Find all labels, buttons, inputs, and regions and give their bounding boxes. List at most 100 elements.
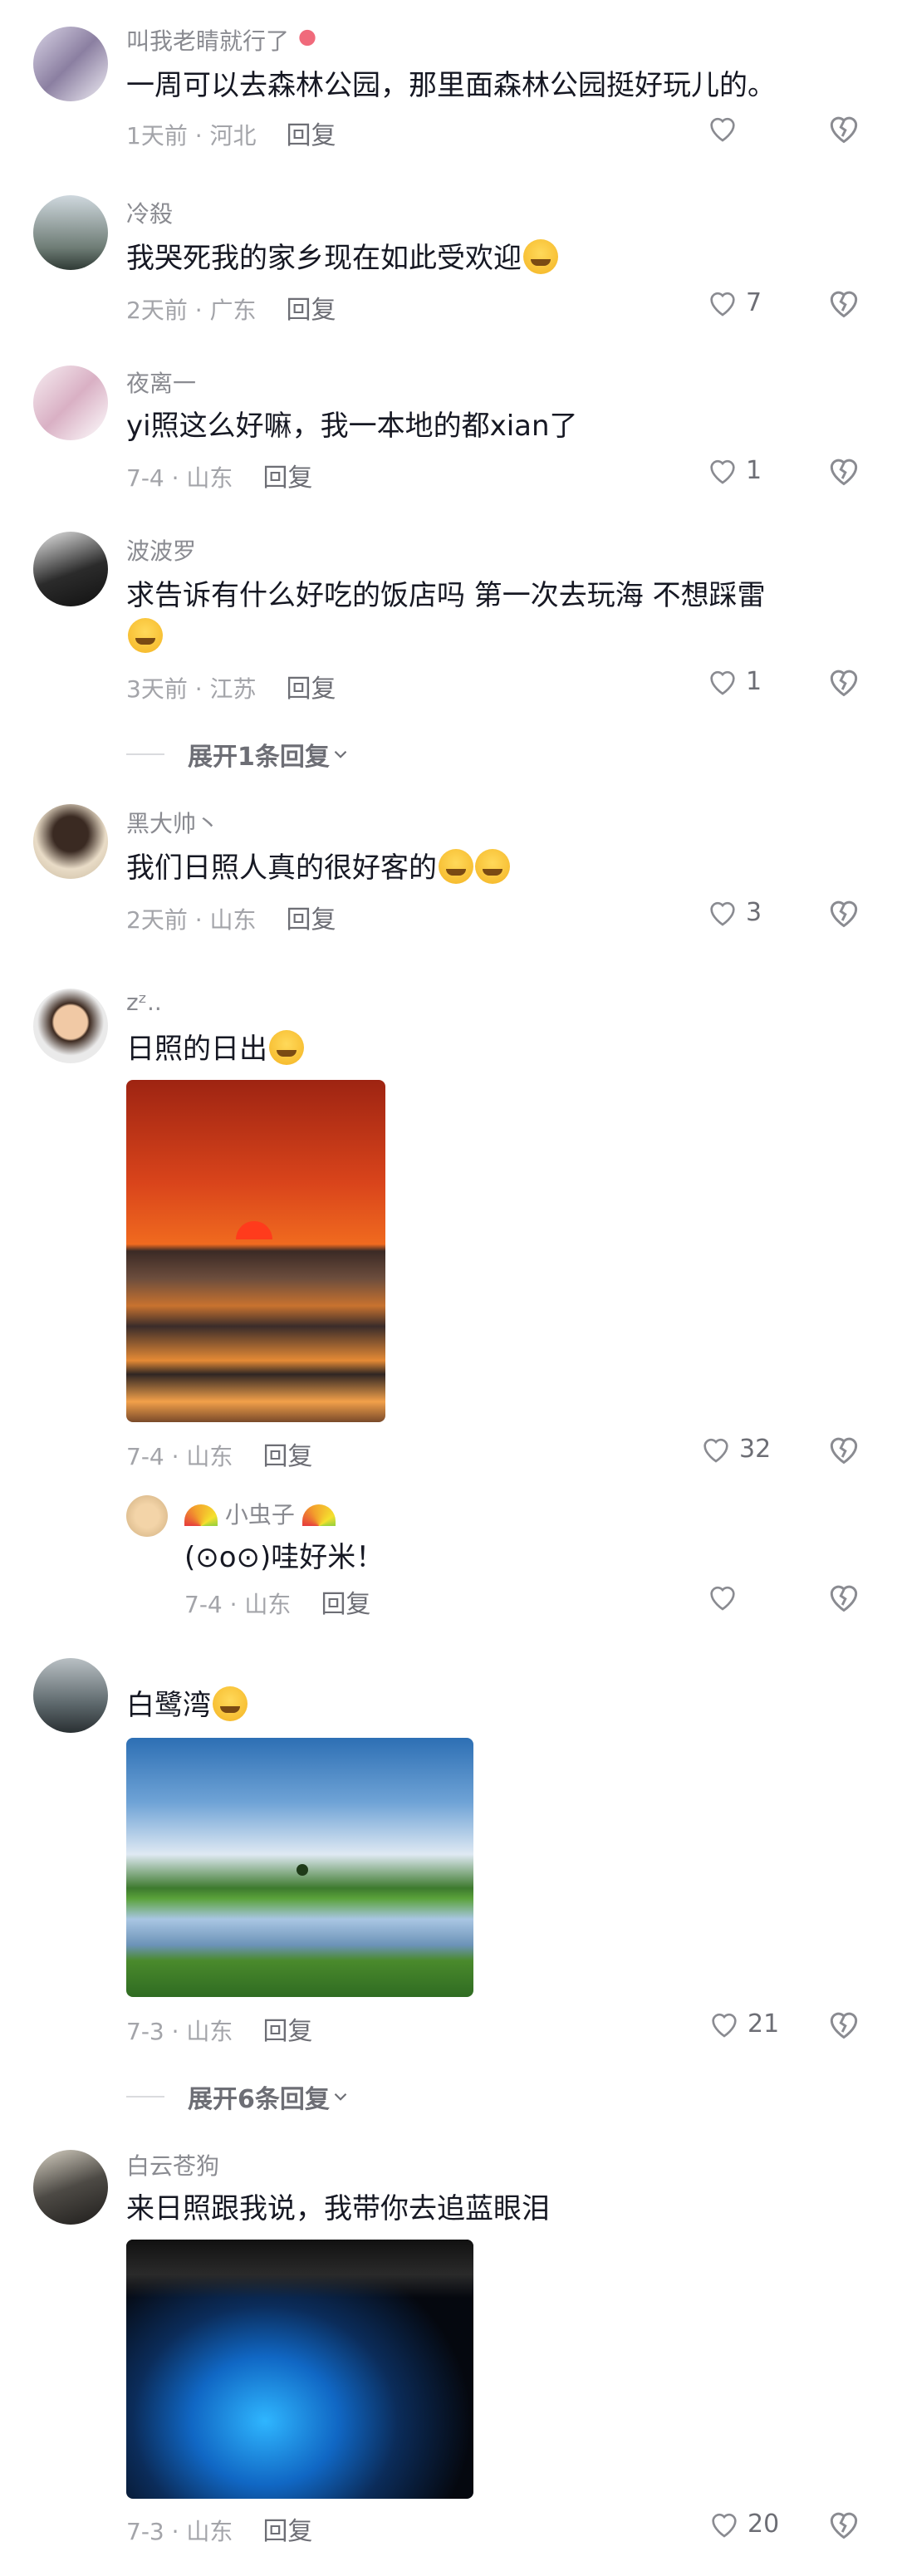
like-button[interactable]: 32 [699, 1430, 791, 1467]
comment-time: 7-4 · 山东 [184, 1591, 292, 1618]
comment-time: 7-3 · 山东 [126, 2518, 233, 2545]
chevron-down-icon [334, 750, 347, 758]
like-button[interactable]: 3 [706, 894, 797, 930]
expand-replies-button[interactable]: 展开1条回复 [126, 736, 351, 773]
like-button[interactable]: 1 [706, 663, 797, 699]
username[interactable]: 黑大帅丶 [126, 806, 219, 839]
username-text: 小虫子 [224, 1501, 295, 1528]
comment-text: 一周可以去森林公园，那里面森林公园挺好玩儿的。 [126, 69, 776, 102]
reply-button[interactable]: 回复 [262, 2517, 312, 2546]
comment-time: 1天前 · 河北 [126, 122, 257, 150]
dislike-icon[interactable] [826, 663, 862, 699]
heart-icon [710, 670, 735, 695]
avatar[interactable] [33, 366, 108, 440]
heart-icon [710, 901, 735, 926]
dislike-icon[interactable] [826, 284, 862, 321]
username[interactable]: 波波罗 [126, 533, 196, 567]
username[interactable]: zᶻ.. [126, 989, 162, 1016]
username-text: 叫我老睛就行了 [126, 27, 290, 55]
rainbow-icon [184, 1504, 218, 1526]
dislike-icon[interactable] [826, 1430, 862, 1467]
heart-icon [710, 292, 735, 316]
reply-button[interactable]: 回复 [287, 296, 336, 325]
divider [126, 2096, 164, 2098]
crying-emoji-icon [128, 618, 163, 653]
reply-button[interactable]: 回复 [287, 121, 336, 150]
comment-meta: 7-3 · 山东 回复 [126, 2510, 312, 2547]
like-count: 32 [739, 1434, 772, 1464]
dislike-icon[interactable] [826, 894, 862, 930]
username[interactable]: 叫我老睛就行了 [126, 23, 318, 56]
comment-text: yi照这么好嘛，我一本地的都xian了 [126, 410, 578, 443]
like-count: 1 [746, 666, 762, 696]
like-button[interactable]: 20 [708, 2505, 799, 2542]
comment-text-content: 求告诉有什么好吃的饭店吗 第一次去玩海 不想踩雷 [126, 579, 766, 612]
like-count: 21 [748, 2009, 780, 2039]
comment-meta: 7-4 · 山东 回复 [126, 457, 312, 493]
reply-button[interactable]: 回复 [287, 675, 336, 704]
reply-button[interactable]: 回复 [262, 1442, 312, 1471]
heart-icon [712, 2013, 737, 2038]
avatar[interactable] [33, 989, 108, 1063]
expand-replies-button[interactable]: 展开6条回复 [126, 2078, 351, 2115]
heart-icon [710, 459, 735, 484]
comment-meta: 7-4 · 山东 回复 [126, 1435, 312, 1472]
comment-text: 日照的日出 [126, 1028, 857, 1070]
heart-icon [712, 2513, 737, 2538]
tree-icon [297, 1864, 308, 1876]
reply-button[interactable]: 回复 [287, 905, 336, 935]
crying-emoji-icon [269, 1030, 304, 1065]
avatar[interactable] [33, 2150, 108, 2225]
avatar[interactable] [33, 804, 108, 879]
dislike-icon[interactable] [826, 2005, 862, 2042]
username[interactable]: 白云苍狗 [126, 2148, 219, 2181]
like-button[interactable]: 7 [706, 284, 797, 321]
pier-structure [126, 2240, 473, 2298]
comment-text-content: 我哭死我的家乡现在如此受欢迎 [126, 242, 522, 275]
thinking-emoji-icon [213, 1686, 248, 1721]
dislike-icon[interactable] [826, 452, 862, 488]
comment-text: (⊙o⊙)哇好米！ [184, 1541, 385, 1574]
heart-icon [710, 117, 735, 142]
avatar[interactable] [33, 532, 108, 606]
rainbow-icon [301, 1504, 336, 1526]
like-button[interactable] [706, 1578, 797, 1615]
comment-meta: 7-4 · 山东 回复 [184, 1583, 370, 1620]
comment-text: 白鹭湾 [126, 1685, 857, 1726]
like-button[interactable]: 21 [708, 2005, 799, 2042]
reply-button[interactable]: 回复 [262, 2017, 312, 2046]
comment-text-content: 白鹭湾 [126, 1689, 211, 1722]
avatar[interactable] [33, 1658, 108, 1733]
avatar[interactable] [33, 27, 108, 101]
dislike-icon[interactable] [826, 110, 862, 146]
comment-meta: 3天前 · 江苏 回复 [126, 668, 336, 704]
divider [126, 753, 164, 755]
comment-time: 2天前 · 广东 [126, 297, 257, 324]
username[interactable]: 夜离一 [126, 366, 196, 399]
comment-text-content: 我们日照人真的很好客的 [126, 851, 437, 885]
comment-meta: 2天前 · 广东 回复 [126, 289, 336, 326]
like-button[interactable]: 1 [706, 452, 797, 488]
like-count: 1 [746, 455, 762, 485]
dislike-icon[interactable] [826, 1578, 862, 1615]
reply-button[interactable]: 回复 [262, 464, 312, 493]
dislike-icon[interactable] [826, 2505, 862, 2542]
username[interactable]: 冷殺 [126, 196, 173, 229]
heart-icon [710, 1586, 735, 1611]
expand-replies-label: 展开1条回复 [188, 743, 330, 772]
like-button[interactable] [706, 110, 797, 146]
blue-tears-photo[interactable] [126, 2240, 473, 2499]
reply-button[interactable]: 回复 [321, 1590, 370, 1619]
comment-text: 我们日照人真的很好客的 [126, 847, 857, 889]
sunrise-photo[interactable] [126, 1080, 385, 1422]
tulip-icon [296, 29, 318, 54]
comment-time: 7-3 · 山东 [126, 2018, 233, 2045]
comment-time: 2天前 · 山东 [126, 906, 257, 934]
comment-meta: 2天前 · 山东 回复 [126, 899, 336, 935]
username[interactable]: 小虫子 [184, 1497, 336, 1530]
sun-icon [236, 1221, 272, 1239]
lake-photo[interactable] [126, 1738, 473, 1997]
avatar[interactable] [33, 195, 108, 270]
comment-text: 来日照跟我说，我带你去追蓝眼泪 [126, 2192, 550, 2225]
avatar[interactable] [126, 1495, 168, 1537]
